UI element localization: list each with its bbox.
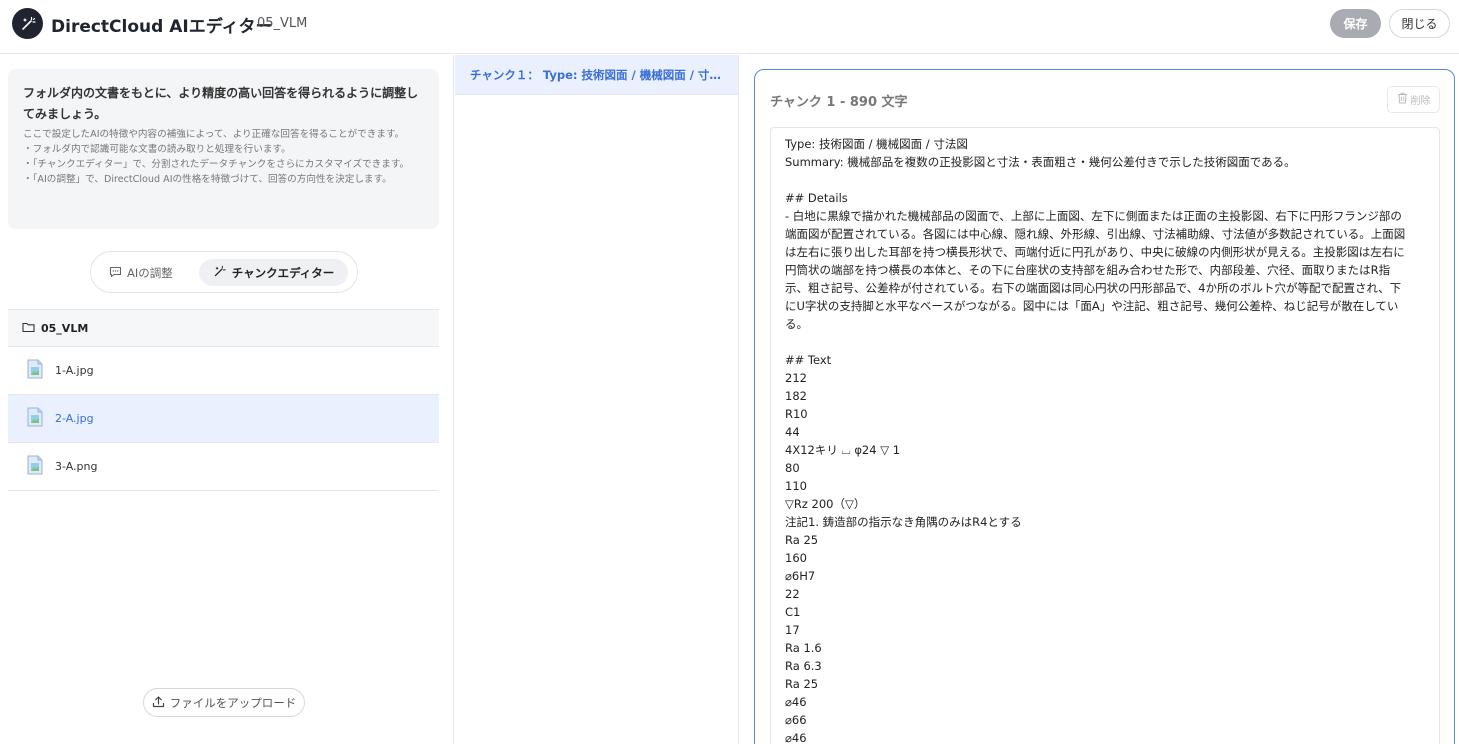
- delete-label: 削除: [1410, 96, 1431, 107]
- editor-text-line: 160: [785, 551, 807, 565]
- editor-text-line: - 白地に黒線で描かれた機械部品の図面で、上部に上面図、左下に側面または正面の主…: [785, 209, 1402, 223]
- image-file-icon: [27, 407, 43, 430]
- editor-text-line: C1: [785, 605, 801, 619]
- editor-text-line: 110: [785, 479, 807, 493]
- info-text: ここで設定したAIの特徴や内容の補強によって、より正確な回答を得ることができます…: [23, 127, 425, 187]
- editor-text-line: にU字状の支持脚と水平なベースがつながる。図中には「面A」や注記、粗さ記号、幾何…: [785, 299, 1399, 313]
- chunk-title: チャンク 1 - 890 文字: [770, 95, 908, 110]
- tab-chunk-editor[interactable]: チャンクエディター: [199, 259, 348, 286]
- editor-text-line: は左右に張り出した耳部を持つ横長形状で、両端付近に円孔があり、中央に破線の内側形…: [785, 245, 1405, 259]
- editor-text-line: [785, 171, 1425, 189]
- file-row[interactable]: 3-A.png: [8, 443, 439, 491]
- editor-text-line: 示、粗さ記号、公差枠が付されている。右下の端面図は同心円状の円形部品で、4か所の…: [785, 281, 1402, 295]
- editor-text-line: 17: [785, 623, 800, 637]
- editor-text-line: Ra 6.3: [785, 659, 822, 673]
- info-line: ・「AIの調整」で、DirectCloud AIの性格を特徴づけて、回答の方向性…: [23, 174, 392, 185]
- info-line: ・「チャンクエディター」で、分割されたデータチャンクをさらにカスタマイズできます…: [23, 159, 410, 170]
- upload-label: ファイルをアップロード: [169, 695, 297, 710]
- chunk-list-item-selected[interactable]: チャンク１： Type: 技術図面 / 機械図面 / 寸法図: [455, 55, 738, 95]
- app-header: DirectCloud AIエディター 05_VLM 保存 閉じる: [0, 0, 1459, 54]
- info-box: フォルダ内の文書をもとに、より精度の高い回答を得られるように調整してみましょう。…: [8, 69, 439, 229]
- editor-text-line: R10: [785, 407, 808, 421]
- folder-name: 05_VLM: [41, 321, 89, 335]
- image-file-icon: [27, 359, 43, 382]
- info-title: フォルダ内の文書をもとに、より精度の高い回答を得られるように調整してみましょう。: [23, 86, 419, 121]
- chunk-list-panel: チャンク１： Type: 技術図面 / 機械図面 / 寸法図: [455, 55, 739, 744]
- trash-icon: [1397, 92, 1408, 107]
- app-title: DirectCloud AIエディター: [51, 17, 273, 37]
- folder-icon: [22, 321, 35, 336]
- file-name: 1-A.jpg: [55, 364, 94, 377]
- editor-text-line: 22: [785, 587, 800, 601]
- editor-text-line: る。: [785, 317, 808, 331]
- tab-ai-adjust-label: AIの調整: [127, 266, 173, 280]
- editor-text-line: ▽Rz 200（▽）: [785, 497, 866, 511]
- editor-text-line: ⌀66: [785, 713, 807, 727]
- current-folder-name: 05_VLM: [257, 16, 308, 31]
- mode-toggle: AIの調整 チャンクエディター: [90, 251, 358, 293]
- editor-text-line: Summary: 機械部品を複数の正投影図と寸法・表面粗さ・幾何公差付きで示した…: [785, 155, 1296, 169]
- editor-text-line: 212: [785, 371, 807, 385]
- file-list: 1-A.jpg 2-A.jpg 3-A.png: [8, 347, 439, 491]
- file-row[interactable]: 1-A.jpg: [8, 347, 439, 395]
- editor-text-line: 4X12キリ ⌴ φ24 ▽ 1: [785, 443, 901, 457]
- editor-text-line: 円筒状の端部を持つ横長の本体と、その下に台座状の支持部を組み合わせた形で、内部段…: [785, 263, 1391, 277]
- delete-chunk-button[interactable]: 削除: [1387, 86, 1440, 113]
- chat-bubble-icon: [109, 266, 122, 281]
- editor-text-line: 182: [785, 389, 807, 403]
- file-name: 3-A.png: [55, 460, 98, 473]
- magic-wand-icon: [213, 265, 226, 281]
- editor-text-line: ⌀46: [785, 695, 807, 709]
- magic-wand-logo-icon: [12, 8, 43, 39]
- file-row-selected[interactable]: 2-A.jpg: [8, 395, 439, 443]
- editor-text-line: 44: [785, 425, 800, 439]
- close-button[interactable]: 閉じる: [1389, 9, 1450, 38]
- chunk-editor-card: チャンク 1 - 890 文字 削除 Type: 技術図面 / 機械図面 / 寸…: [754, 69, 1455, 744]
- editor-text-line: ## Text: [785, 353, 832, 367]
- folder-header[interactable]: 05_VLM: [8, 309, 439, 347]
- chunk-text-editor[interactable]: Type: 技術図面 / 機械図面 / 寸法図 Summary: 機械部品を複数の…: [770, 127, 1440, 744]
- editor-text-line: Ra 1.6: [785, 641, 822, 655]
- tab-ai-adjust[interactable]: AIの調整: [109, 261, 173, 285]
- info-line: ここで設定したAIの特徴や内容の補強によって、より正確な回答を得ることができます…: [23, 129, 405, 140]
- editor-text-line: Type: 技術図面 / 機械図面 / 寸法図: [785, 137, 968, 151]
- image-file-icon: [27, 455, 43, 478]
- tab-chunk-editor-label: チャンクエディター: [231, 265, 335, 280]
- left-panel: フォルダ内の文書をもとに、より精度の高い回答を得られるように調整してみましょう。…: [0, 55, 454, 744]
- editor-text-line: ⌀46: [785, 731, 807, 744]
- save-button[interactable]: 保存: [1330, 9, 1381, 38]
- editor-text-line: Ra 25: [785, 533, 819, 547]
- editor-text-line: 注記1. 鋳造部の指示なき角隅のみはR4とする: [785, 515, 1022, 529]
- editor-text-line: 80: [785, 461, 800, 475]
- file-name: 2-A.jpg: [55, 412, 94, 425]
- editor-text-line: ## Details: [785, 191, 848, 205]
- editor-text-line: Ra 25: [785, 677, 819, 691]
- editor-text-line: [785, 333, 1425, 351]
- info-line: ・フォルダ内で認識可能な文書の読み取りと処理を行います。: [23, 144, 291, 155]
- upload-file-button[interactable]: ファイルをアップロード: [143, 688, 305, 717]
- upload-icon: [152, 695, 165, 711]
- editor-panel: チャンク 1 - 890 文字 削除 Type: 技術図面 / 機械図面 / 寸…: [740, 55, 1459, 744]
- editor-text-line: 端面図が配置されている。各図には中心線、隠れ線、外形線、引出線、寸法補助線、寸法…: [785, 227, 1406, 241]
- chunk-label: チャンク１： Type: 技術図面 / 機械図面 / 寸法図: [470, 67, 728, 82]
- editor-text-line: ⌀6H7: [785, 569, 816, 583]
